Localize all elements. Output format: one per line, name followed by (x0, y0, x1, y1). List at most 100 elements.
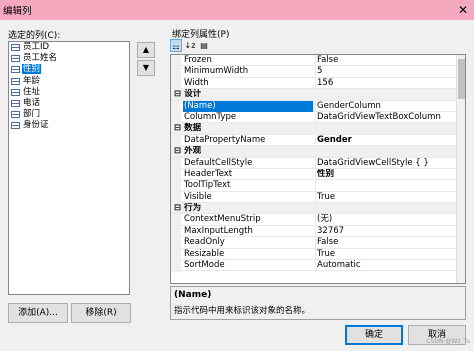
column-label: 住址 (23, 86, 41, 97)
close-icon[interactable]: ✕ (452, 0, 474, 20)
property-name: ColumnType (184, 111, 237, 122)
property-value[interactable]: True (315, 191, 455, 203)
collapse-icon[interactable]: ⊟ (174, 89, 181, 99)
column-list-item[interactable]: 性别 (9, 64, 129, 75)
property-value[interactable] (315, 180, 455, 192)
property-row[interactable]: ColumnType DataGridViewTextBoxColumn (171, 111, 465, 124)
description-pane: (Name) 指示代码中用来标识该对象的名称。 (170, 286, 466, 320)
property-row[interactable]: ContextMenuStrip (无) (171, 214, 465, 227)
move-down-button[interactable]: ▼ (137, 60, 155, 76)
property-name: ContextMenuStrip (184, 214, 261, 225)
collapse-icon[interactable]: ⊟ (174, 123, 181, 133)
property-value[interactable]: 5 (315, 66, 455, 78)
property-name: MaxInputLength (184, 225, 253, 236)
property-row[interactable]: Resizable True (171, 248, 465, 261)
row-gutter (171, 134, 181, 147)
row-gutter (171, 66, 181, 79)
property-value[interactable]: GenderColumn (315, 100, 455, 112)
move-up-button[interactable]: ▲ (137, 42, 155, 58)
category-name: 数据 (184, 123, 202, 134)
column-label: 身份证 (23, 120, 49, 131)
property-pages-icon[interactable]: ▤ (198, 39, 210, 52)
column-label: 电话 (23, 97, 41, 108)
alphabetical-sort-icon[interactable]: ↓z (184, 39, 196, 52)
property-name: DefaultCellStyle (184, 157, 253, 168)
category-name: 外观 (184, 146, 202, 157)
property-grid[interactable]: Frozen False MinimumWidth 5 Width 156 ⊟ 设计 (Name… (170, 54, 466, 284)
column-list-item[interactable]: 员工ID (9, 42, 129, 53)
property-row[interactable]: HeaderText 性别 (171, 168, 465, 181)
property-row[interactable]: DefaultCellStyle DataGridViewCellStyle { … (171, 157, 465, 170)
collapse-icon[interactable]: ⊟ (174, 146, 181, 156)
property-category[interactable]: ⊟ 外观 (171, 146, 465, 158)
row-gutter (171, 168, 181, 181)
property-row[interactable]: ReadOnly False (171, 237, 465, 250)
arrow-down-icon: ▼ (142, 63, 150, 72)
property-row[interactable]: Frozen False (171, 55, 465, 67)
column-list-item[interactable]: 住址 (9, 87, 129, 98)
category-label: ⊟ 数据 (173, 123, 303, 134)
column-list-item[interactable]: 员工姓名 (9, 53, 129, 64)
property-row[interactable]: MinimumWidth 5 (171, 66, 465, 79)
row-gutter (171, 77, 181, 90)
column-icon (11, 66, 20, 74)
arrow-up-icon: ▲ (142, 45, 150, 54)
property-value[interactable]: Gender (315, 134, 455, 146)
property-value[interactable]: 156 (315, 77, 455, 89)
property-value[interactable]: Automatic (315, 260, 455, 272)
property-name: Frozen (184, 55, 212, 65)
row-gutter (171, 100, 181, 113)
row-gutter (171, 248, 181, 261)
row-gutter (171, 157, 181, 170)
property-row[interactable]: SortMode Automatic (171, 260, 465, 273)
property-row[interactable]: (Name) GenderColumn (171, 100, 465, 113)
property-toolbar: ⚏ ↓z ▤ (170, 39, 230, 52)
property-name: MinimumWidth (184, 66, 249, 77)
property-category[interactable]: ⊟ 设计 (171, 89, 465, 101)
add-button[interactable]: 添加(A)... (8, 303, 68, 323)
property-value[interactable]: DataGridViewCellStyle { } (315, 157, 455, 169)
property-value[interactable]: False (315, 55, 455, 66)
property-value[interactable]: 32767 (315, 225, 455, 237)
property-value[interactable]: DataGridViewTextBoxColumn (315, 111, 455, 123)
property-value[interactable]: True (315, 248, 455, 260)
property-category[interactable]: ⊟ 行为 (171, 203, 465, 215)
ok-button[interactable]: 确定 (345, 325, 403, 345)
property-grid-scrollbar[interactable] (456, 55, 465, 283)
categorized-icon[interactable]: ⚏ (170, 39, 182, 52)
scrollbar-thumb[interactable] (458, 59, 465, 99)
property-value[interactable]: False (315, 237, 455, 249)
column-icon (11, 77, 20, 85)
column-list-item[interactable]: 身份证 (9, 120, 129, 131)
title-bar: 编辑列 ✕ (0, 0, 474, 20)
column-icon (11, 88, 20, 96)
property-row[interactable]: Width 156 (171, 77, 465, 90)
selected-columns-label: 选定的列(C): (8, 31, 61, 41)
column-icon (11, 99, 20, 107)
property-category[interactable]: ⊟ 数据 (171, 123, 465, 135)
category-name: 行为 (184, 203, 202, 214)
property-name: (Name) (183, 100, 313, 112)
column-list-item[interactable]: 部门 (9, 109, 129, 120)
property-row[interactable]: DataPropertyName Gender (171, 134, 465, 147)
property-row[interactable]: MaxInputLength 32767 (171, 225, 465, 238)
collapse-icon[interactable]: ⊟ (174, 203, 181, 213)
property-name: ReadOnly (184, 237, 225, 248)
column-list-item[interactable]: 年龄 (9, 76, 129, 87)
row-gutter (171, 237, 181, 250)
property-name: SortMode (184, 260, 225, 271)
property-row[interactable]: ToolTipText (171, 180, 465, 193)
category-name: 设计 (184, 89, 202, 100)
column-list-item[interactable]: 电话 (9, 98, 129, 109)
remove-button[interactable]: 移除(R) (71, 303, 131, 323)
column-label: 部门 (23, 109, 41, 120)
property-value[interactable]: (无) (315, 214, 455, 226)
property-name: Resizable (184, 248, 225, 259)
row-gutter (171, 55, 181, 67)
row-gutter (171, 180, 181, 193)
property-value[interactable]: 性别 (315, 168, 455, 180)
property-name: DataPropertyName (184, 134, 266, 145)
column-icon (11, 111, 20, 119)
selected-columns-list[interactable]: 员工ID 员工姓名 性别 年龄 住址 电话 部门 身份证 (8, 41, 130, 295)
property-row[interactable]: Visible True (171, 191, 465, 204)
